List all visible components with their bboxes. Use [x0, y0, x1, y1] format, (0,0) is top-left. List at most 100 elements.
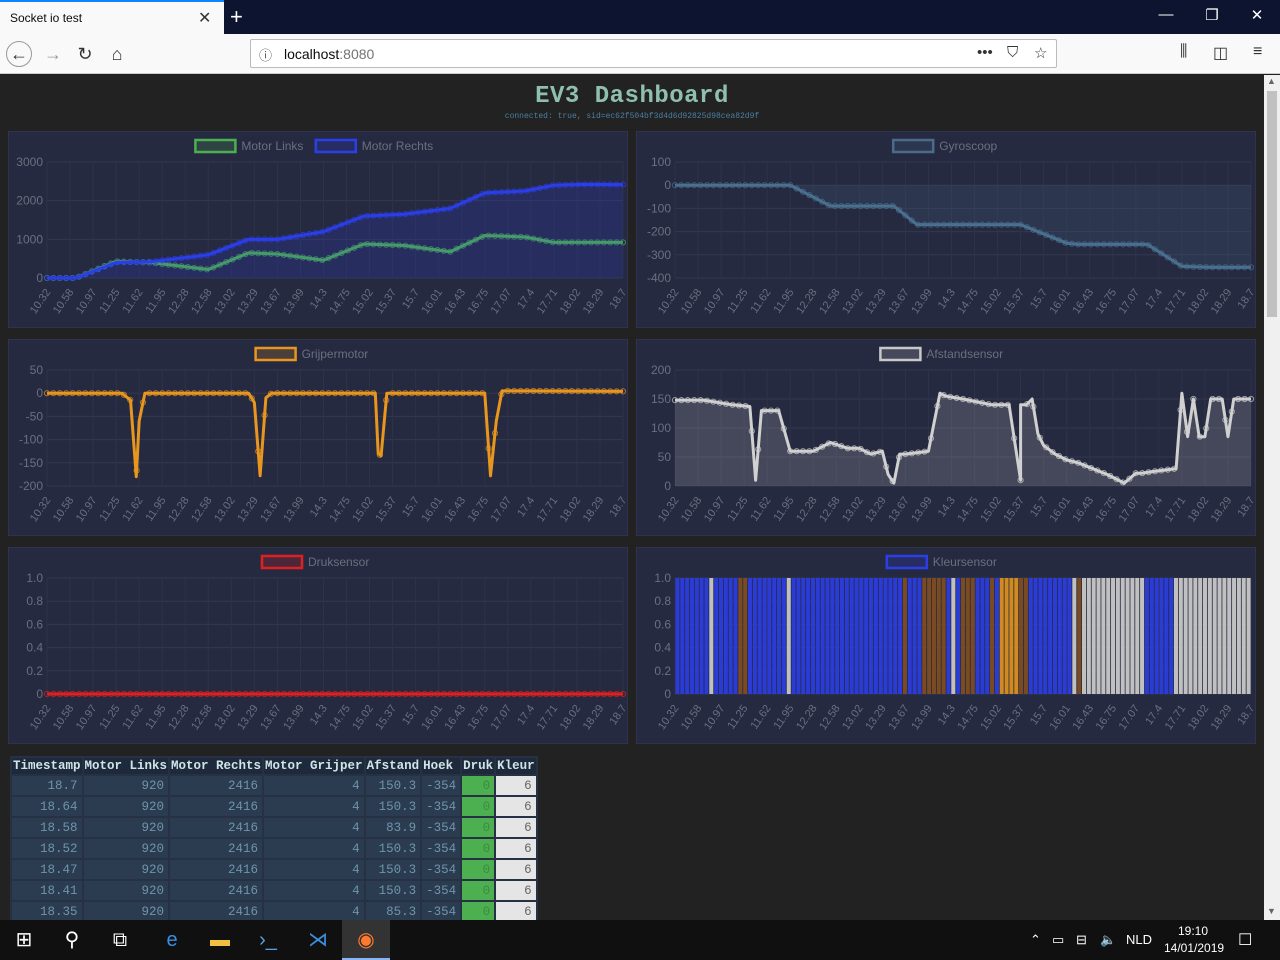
x-tick-label: 15.37: [373, 703, 399, 732]
color-bar: [1096, 578, 1101, 694]
x-tick-label: 17.07: [489, 287, 515, 316]
color-bar: [994, 578, 999, 694]
bookmark-star-icon[interactable]: ☆: [1034, 44, 1047, 62]
powershell-icon[interactable]: ›_: [244, 920, 292, 960]
x-tick-label: 18.02: [1186, 495, 1212, 524]
file-explorer-icon[interactable]: ▬: [196, 920, 244, 960]
color-bar: [839, 578, 845, 694]
table-cell: 85.3: [365, 902, 421, 920]
x-tick-label: 10.97: [702, 703, 728, 732]
x-tick-label: 10.97: [702, 495, 728, 524]
color-bar: [1115, 578, 1120, 694]
battery-icon[interactable]: ▭: [1052, 932, 1064, 948]
x-tick-label: 11.62: [120, 495, 145, 524]
language-indicator[interactable]: NLD: [1126, 932, 1152, 947]
pocket-icon[interactable]: ⛉: [1007, 44, 1018, 61]
table-body: 18.7 920 2416 4 150.3 -354 0 6 18.64 920 2416 4 150.…: [12, 776, 536, 920]
color-bar: [1212, 578, 1217, 694]
scroll-down-icon[interactable]: ▼: [1267, 906, 1276, 916]
color-bar: [990, 578, 995, 694]
x-tick-label: 12.58: [189, 287, 215, 316]
x-tick-label: 13.99: [909, 287, 935, 316]
color-bar: [801, 578, 806, 694]
table-cell: 2416: [170, 818, 263, 837]
edge-icon[interactable]: e: [148, 920, 196, 960]
x-tick-label: 16.01: [1048, 287, 1074, 316]
scroll-thumb[interactable]: [1267, 91, 1277, 317]
windows-taskbar: ⊞ ⚲ ⧉ e ▬ ›_ ⋊ ◉ ⌃ ▭ ⊟ 🔈 NLD 19:10 14/01…: [0, 920, 1280, 960]
menu-icon[interactable]: ≡: [1253, 43, 1262, 61]
x-tick-label: 18.7: [1235, 495, 1257, 519]
y-tick-label: 0: [36, 271, 43, 285]
volume-icon[interactable]: 🔈: [1100, 932, 1116, 948]
restore-button[interactable]: ❐: [1202, 6, 1222, 24]
reload-button[interactable]: ↻: [72, 41, 98, 67]
x-tick-label: 18.02: [558, 703, 584, 732]
table-header-cell: Hoek: [422, 758, 461, 774]
x-tick-label: 10.32: [28, 495, 54, 524]
color-bar: [1232, 578, 1237, 694]
x-tick-label: 18.02: [1186, 287, 1212, 316]
y-tick-label: -50: [26, 409, 44, 423]
legend-label: Afstandsensor: [926, 347, 1003, 361]
page-scrollbar[interactable]: ▲ ▼: [1264, 75, 1280, 920]
y-tick-label: 0.4: [26, 641, 43, 655]
x-tick-label: 13.67: [886, 703, 912, 732]
clock-date[interactable]: 14/01/2019: [1164, 941, 1224, 955]
series-area: [675, 393, 1251, 486]
new-tab-button[interactable]: +: [230, 4, 243, 30]
page-actions-icon[interactable]: •••: [977, 44, 993, 61]
x-tick-label: 11.95: [772, 703, 797, 732]
scroll-up-icon[interactable]: ▲: [1267, 76, 1276, 86]
color-bar: [743, 578, 748, 694]
y-tick-label: 0.2: [26, 664, 43, 678]
info-icon[interactable]: ⓘ: [259, 45, 272, 64]
browser-tab[interactable]: Socket io test ✕: [0, 0, 224, 34]
color-bar: [752, 578, 757, 694]
legend-swatch: [254, 346, 297, 362]
tab-close-icon[interactable]: ✕: [198, 8, 211, 28]
network-icon[interactable]: ⊟: [1076, 932, 1087, 948]
color-bar: [975, 578, 980, 694]
x-tick-label: 14.3: [308, 287, 330, 311]
x-tick-label: 18.29: [1209, 495, 1235, 524]
table-cell: 0: [462, 776, 495, 795]
back-button[interactable]: ←: [6, 41, 32, 67]
table-cell: 0: [462, 860, 495, 879]
library-icon[interactable]: ⫼: [1180, 43, 1187, 61]
url-bar[interactable]: ⓘ localhost:8080 ••• ⛉ ☆: [250, 39, 1057, 68]
color-bar: [748, 578, 753, 694]
color-bar: [912, 578, 917, 694]
table-header-cell: Motor Rechts: [170, 758, 263, 774]
firefox-icon[interactable]: ◉: [342, 920, 390, 960]
color-bar: [1173, 578, 1178, 694]
table-row: 18.35 920 2416 4 85.3 -354 0 6: [12, 902, 536, 920]
x-tick-label: 12.58: [189, 703, 215, 732]
x-tick-label: 16.75: [1094, 495, 1120, 524]
legend-label: Motor Rechts: [362, 139, 433, 153]
color-bar: [791, 578, 796, 694]
home-icon[interactable]: ⌂: [104, 41, 130, 67]
task-view-icon[interactable]: ⧉: [96, 920, 144, 960]
notifications-icon[interactable]: ☐: [1238, 930, 1252, 950]
afstand-chart: Afstandsensor 200 150 100 50 0 10.3210.5810.97…: [651, 346, 1257, 524]
data-table-wrap: Timestamp Motor Links Motor Rechts Motor Gr…: [10, 756, 538, 920]
sidebar-icon[interactable]: ◫: [1213, 43, 1228, 63]
forward-button[interactable]: →: [40, 41, 66, 67]
y-tick-label: -300: [647, 248, 671, 262]
x-tick-label: 13.29: [863, 287, 889, 316]
y-tick-label: 1.0: [26, 571, 43, 585]
color-bar: [1120, 578, 1125, 694]
vscode-icon[interactable]: ⋊: [294, 920, 342, 960]
tray-chevron-icon[interactable]: ⌃: [1030, 932, 1041, 948]
color-bar: [733, 578, 738, 694]
color-bar: [1193, 578, 1198, 694]
table-cell: -354: [422, 797, 461, 816]
windows-start-icon[interactable]: ⊞: [0, 920, 48, 960]
y-tick-label: 0: [664, 687, 671, 701]
search-icon[interactable]: ⚲: [48, 920, 96, 960]
color-bar: [902, 578, 907, 694]
window-close-button[interactable]: ✕: [1247, 6, 1267, 24]
minimize-button[interactable]: —: [1156, 6, 1176, 23]
clock-time[interactable]: 19:10: [1178, 924, 1208, 938]
